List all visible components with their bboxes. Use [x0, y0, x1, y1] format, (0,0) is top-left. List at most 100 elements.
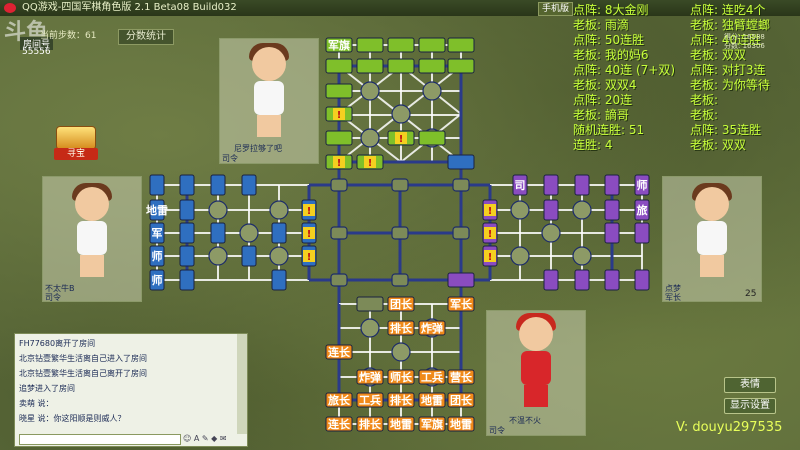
piece-green[interactable]	[387, 58, 415, 74]
piece-blue[interactable]: !	[301, 245, 317, 267]
piece-orange[interactable]: 地雷	[387, 416, 415, 432]
piece-orange[interactable]: 团长	[387, 296, 415, 312]
piece-blue[interactable]	[447, 154, 475, 170]
piece-blue[interactable]	[210, 174, 226, 196]
camp-node[interactable]	[391, 342, 411, 362]
piece-blue[interactable]: !	[301, 199, 317, 221]
board-node[interactable]	[330, 273, 348, 287]
piece-purple[interactable]	[543, 174, 559, 196]
board-node[interactable]	[330, 178, 348, 192]
piece-green[interactable]	[387, 37, 415, 53]
camp-node[interactable]	[208, 200, 228, 220]
piece-orange[interactable]: 地雷	[418, 392, 446, 408]
camp-node[interactable]	[360, 318, 380, 338]
board-node[interactable]	[330, 226, 348, 240]
piece-orange[interactable]: 连长	[325, 416, 353, 432]
camp-node[interactable]	[510, 200, 530, 220]
piece-purple[interactable]: 师	[634, 174, 650, 196]
piece-blue[interactable]	[241, 245, 257, 267]
camp-node[interactable]	[541, 223, 561, 243]
chat-input[interactable]	[19, 434, 181, 445]
piece-orange[interactable]: 排长	[387, 320, 415, 336]
piece-green[interactable]: !	[356, 154, 384, 170]
piece-green[interactable]	[418, 37, 446, 53]
piece-blue[interactable]	[179, 269, 195, 291]
camp-node[interactable]	[391, 104, 411, 124]
piece-blue[interactable]	[179, 174, 195, 196]
piece-blue[interactable]	[271, 222, 287, 244]
piece-orange[interactable]: 连长	[325, 344, 353, 360]
piece-orange[interactable]: 排长	[356, 416, 384, 432]
piece-orange[interactable]: 地雷	[447, 416, 475, 432]
piece-orange[interactable]: 军长	[447, 296, 475, 312]
piece-blue[interactable]: 师	[149, 269, 165, 291]
piece-purple[interactable]	[634, 222, 650, 244]
board-node[interactable]	[452, 178, 470, 192]
board-node[interactable]	[452, 226, 470, 240]
piece-purple[interactable]: 旅	[634, 199, 650, 221]
piece-purple[interactable]	[604, 199, 620, 221]
piece-blue[interactable]	[179, 222, 195, 244]
piece-purple[interactable]	[447, 272, 475, 288]
piece-orange[interactable]: 旅长	[325, 392, 353, 408]
piece-orange[interactable]: 团长	[447, 392, 475, 408]
piece-orange[interactable]: 师长	[387, 369, 415, 385]
piece-green[interactable]	[447, 37, 475, 53]
board-node[interactable]	[391, 178, 409, 192]
board-node[interactable]	[391, 226, 409, 240]
camp-node[interactable]	[360, 81, 380, 101]
piece-purple[interactable]: 司	[512, 174, 528, 196]
piece-purple[interactable]	[604, 222, 620, 244]
piece-purple[interactable]	[604, 269, 620, 291]
piece-green[interactable]: !	[325, 154, 353, 170]
piece-blue[interactable]	[179, 245, 195, 267]
piece-purple[interactable]: !	[482, 222, 498, 244]
camp-node[interactable]	[572, 200, 592, 220]
piece-blue[interactable]: 地雷	[146, 199, 168, 221]
camp-node[interactable]	[572, 246, 592, 266]
emote-button[interactable]: 表情	[724, 377, 776, 393]
piece-purple[interactable]: !	[482, 245, 498, 267]
piece-orange[interactable]: 营长	[447, 369, 475, 385]
piece-green[interactable]	[356, 37, 384, 53]
piece-orange[interactable]: 排长	[387, 392, 415, 408]
piece-green[interactable]: !	[387, 130, 415, 146]
piece-green[interactable]: 军旗	[325, 37, 353, 53]
piece-green[interactable]	[418, 130, 446, 146]
piece-blue[interactable]	[271, 269, 287, 291]
camp-node[interactable]	[208, 246, 228, 266]
chat-scrollbar[interactable]	[237, 334, 247, 434]
piece-green[interactable]	[325, 130, 353, 146]
piece-blue[interactable]: 师	[149, 245, 165, 267]
piece-empty[interactable]	[356, 296, 384, 312]
camp-node[interactable]	[269, 246, 289, 266]
piece-orange[interactable]: 炸弹	[356, 369, 384, 385]
show-settings-button[interactable]: 显示设置	[724, 398, 776, 414]
piece-purple[interactable]	[574, 174, 590, 196]
piece-purple[interactable]	[604, 174, 620, 196]
piece-orange[interactable]: 工兵	[418, 369, 446, 385]
piece-blue[interactable]	[179, 199, 195, 221]
piece-purple[interactable]	[634, 269, 650, 291]
piece-purple[interactable]	[543, 199, 559, 221]
piece-purple[interactable]	[543, 269, 559, 291]
piece-blue[interactable]: 军	[149, 222, 165, 244]
camp-node[interactable]	[360, 128, 380, 148]
piece-orange[interactable]: 炸弹	[418, 320, 446, 336]
chat-tools[interactable]: ☺ A ✎ ◆ ✉	[183, 434, 227, 443]
piece-green[interactable]	[418, 58, 446, 74]
piece-green[interactable]	[447, 58, 475, 74]
piece-orange[interactable]: 军旗	[418, 416, 446, 432]
camp-node[interactable]	[510, 246, 530, 266]
piece-blue[interactable]	[210, 222, 226, 244]
piece-green[interactable]	[325, 58, 353, 74]
piece-blue[interactable]: !	[301, 222, 317, 244]
board-node[interactable]	[391, 273, 409, 287]
piece-purple[interactable]: !	[482, 199, 498, 221]
piece-blue[interactable]	[241, 174, 257, 196]
camp-node[interactable]	[269, 200, 289, 220]
camp-node[interactable]	[422, 81, 442, 101]
piece-green[interactable]	[325, 83, 353, 99]
piece-orange[interactable]: 工兵	[356, 392, 384, 408]
camp-node[interactable]	[239, 223, 259, 243]
